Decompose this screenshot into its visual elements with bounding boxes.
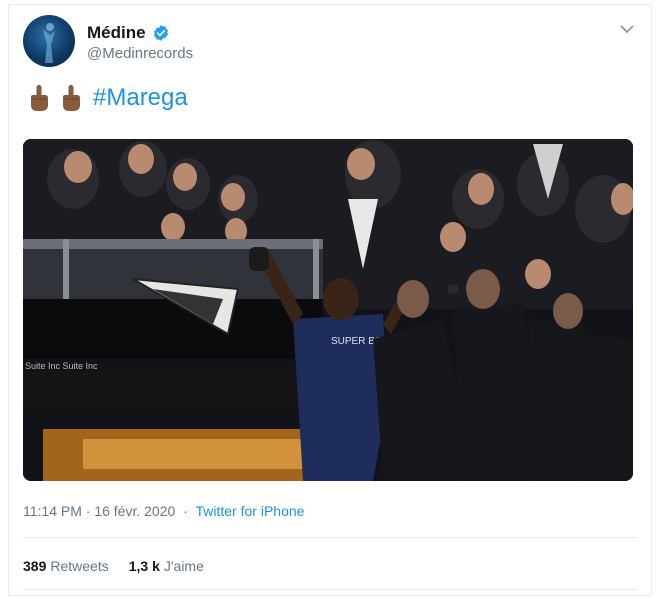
tweet-meta: 11:14 PM · 16 févr. 2020 · Twitter for i… bbox=[23, 503, 304, 519]
meta-separator: · bbox=[183, 503, 188, 519]
svg-text:Suite Inc Suite Inc: Suite Inc Suite Inc bbox=[25, 361, 98, 371]
verified-badge-icon bbox=[153, 25, 168, 41]
source-link[interactable]: Twitter for iPhone bbox=[195, 503, 304, 519]
divider bbox=[23, 589, 637, 590]
display-name[interactable]: Médine bbox=[87, 23, 146, 43]
tweet-card: Médine @Medinrecords #Marega Suite Inc S… bbox=[8, 4, 652, 596]
author-row: Médine bbox=[87, 23, 170, 43]
avatar-image bbox=[43, 23, 55, 63]
middle-finger-emoji bbox=[63, 85, 80, 111]
retweets-label: Retweets bbox=[50, 558, 109, 574]
user-handle[interactable]: @Medinrecords bbox=[87, 45, 193, 62]
tweet-stats: 389 Retweets 1,3 k J'aime bbox=[23, 558, 224, 574]
chevron-down-icon[interactable] bbox=[619, 23, 635, 35]
divider bbox=[23, 537, 637, 538]
likes-count: 1,3 k bbox=[128, 558, 160, 574]
timestamp[interactable]: 11:14 PM · 16 févr. 2020 bbox=[23, 503, 175, 519]
likes-stat[interactable]: 1,3 k J'aime bbox=[129, 558, 204, 574]
hashtag-link[interactable]: #Marega bbox=[93, 84, 188, 112]
tweet-text: #Marega bbox=[27, 83, 188, 113]
retweets-count: 389 bbox=[23, 558, 47, 574]
retweets-stat[interactable]: 389 Retweets bbox=[23, 558, 109, 574]
stadium-photo: Suite Inc Suite Inc SUPER BOCK bbox=[23, 139, 633, 481]
avatar[interactable] bbox=[23, 15, 75, 67]
likes-label: J'aime bbox=[163, 558, 204, 574]
tweet-photo[interactable]: Suite Inc Suite Inc SUPER BOCK bbox=[23, 139, 633, 481]
middle-finger-emoji bbox=[31, 85, 48, 111]
